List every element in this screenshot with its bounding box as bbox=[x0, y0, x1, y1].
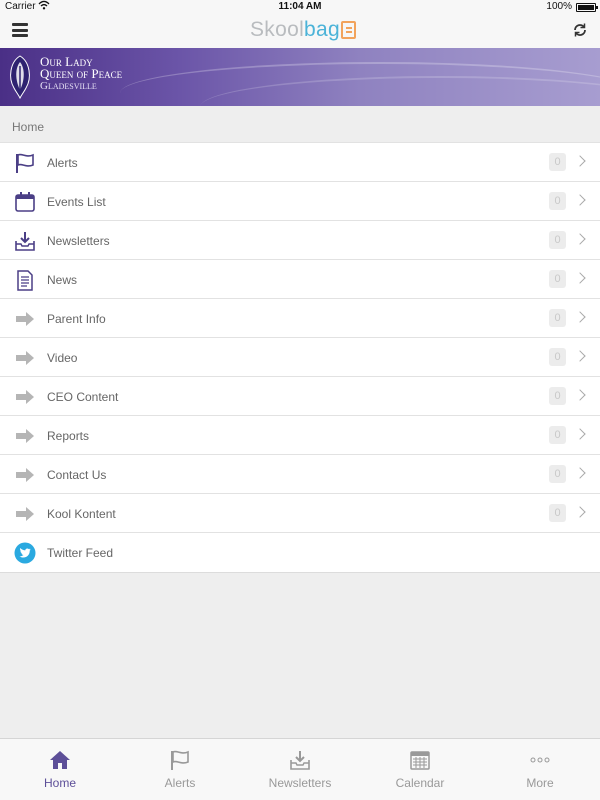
menu-item-label: Newsletters bbox=[47, 234, 110, 248]
arrow-right-icon bbox=[14, 386, 36, 408]
chevron-right-icon bbox=[574, 428, 586, 440]
school-name-line3: Gladesville bbox=[40, 80, 97, 92]
school-crest-icon bbox=[4, 52, 36, 102]
tab-bar: Home Alerts Newsletters Calendar More bbox=[0, 738, 600, 800]
count-badge: 0 bbox=[549, 270, 566, 288]
chevron-right-icon bbox=[574, 155, 586, 167]
flag-icon bbox=[169, 749, 191, 771]
twitter-icon bbox=[14, 542, 36, 564]
menu-item-label: Alerts bbox=[47, 156, 78, 170]
chevron-right-icon bbox=[574, 350, 586, 362]
chevron-right-icon bbox=[574, 194, 586, 206]
tab-alerts[interactable]: Alerts bbox=[120, 739, 240, 800]
chevron-right-icon bbox=[574, 389, 586, 401]
battery-percent: 100% bbox=[546, 1, 572, 12]
arrow-right-icon bbox=[14, 425, 36, 447]
breadcrumb-home: Home bbox=[12, 120, 45, 134]
school-banner: Our Lady Queen of Peace Gladesville bbox=[0, 48, 600, 106]
brand-text-bag: bag bbox=[304, 18, 340, 41]
count-badge: 0 bbox=[549, 192, 566, 210]
menu-item-ceo-content[interactable]: CEO Content 0 bbox=[0, 377, 600, 416]
brand-text-skool: Skool bbox=[250, 18, 305, 41]
count-badge: 0 bbox=[549, 348, 566, 366]
menu-item-label: Parent Info bbox=[47, 312, 106, 326]
menu-item-news[interactable]: News 0 bbox=[0, 260, 600, 299]
document-icon bbox=[14, 269, 36, 291]
chevron-right-icon bbox=[574, 467, 586, 479]
more-dots-icon bbox=[529, 749, 551, 771]
menu-item-reports[interactable]: Reports 0 bbox=[0, 416, 600, 455]
status-bar: Carrier 11:04 AM 100% bbox=[0, 0, 600, 14]
book-icon bbox=[340, 21, 356, 39]
menu-item-label: CEO Content bbox=[47, 390, 119, 404]
calendar-icon bbox=[409, 749, 431, 771]
chevron-right-icon bbox=[574, 272, 586, 284]
menu-item-newsletters[interactable]: Newsletters 0 bbox=[0, 221, 600, 260]
chevron-right-icon bbox=[574, 311, 586, 323]
hamburger-menu-icon[interactable] bbox=[12, 23, 28, 37]
menu-item-video[interactable]: Video 0 bbox=[0, 338, 600, 377]
menu-item-events-list[interactable]: Events List 0 bbox=[0, 182, 600, 221]
count-badge: 0 bbox=[549, 387, 566, 405]
home-icon bbox=[49, 749, 71, 771]
menu-item-contact-us[interactable]: Contact Us 0 bbox=[0, 455, 600, 494]
arrow-right-icon bbox=[14, 347, 36, 369]
tab-label: Alerts bbox=[164, 776, 196, 790]
arrow-right-icon bbox=[14, 308, 36, 330]
app-logo: Skoolbag bbox=[250, 18, 356, 42]
school-name: Our Lady Queen of Peace Gladesville bbox=[40, 55, 123, 92]
refresh-icon[interactable] bbox=[572, 22, 588, 38]
school-name-line2: Queen of Peace bbox=[40, 66, 123, 81]
inbox-download-icon bbox=[289, 749, 311, 771]
chevron-right-icon bbox=[574, 506, 586, 518]
inbox-download-icon bbox=[14, 230, 36, 252]
menu-item-alerts[interactable]: Alerts 0 bbox=[0, 143, 600, 182]
menu-item-kool-kontent[interactable]: Kool Kontent 0 bbox=[0, 494, 600, 533]
count-badge: 0 bbox=[549, 504, 566, 522]
clock: 11:04 AM bbox=[278, 1, 322, 12]
menu-item-label: Reports bbox=[47, 429, 90, 443]
flag-icon bbox=[14, 152, 36, 174]
menu-list: Alerts 0 Events List 0 Newsletters 0 New… bbox=[0, 142, 600, 573]
menu-item-parent-info[interactable]: Parent Info 0 bbox=[0, 299, 600, 338]
menu-item-label: Twitter Feed bbox=[47, 546, 114, 560]
tab-label: Calendar bbox=[395, 776, 445, 790]
arrow-right-icon bbox=[14, 503, 36, 525]
tab-label: Home bbox=[43, 776, 76, 790]
tab-more[interactable]: More bbox=[480, 739, 600, 800]
tab-calendar[interactable]: Calendar bbox=[360, 739, 480, 800]
tab-label: More bbox=[526, 776, 554, 790]
nav-bar: Skoolbag bbox=[0, 14, 600, 48]
menu-item-label: Contact Us bbox=[47, 468, 107, 482]
menu-item-label: Events List bbox=[47, 195, 106, 209]
count-badge: 0 bbox=[549, 153, 566, 171]
count-badge: 0 bbox=[549, 426, 566, 444]
calendar-icon bbox=[14, 191, 36, 213]
battery-icon bbox=[576, 3, 598, 12]
count-badge: 0 bbox=[549, 465, 566, 483]
count-badge: 0 bbox=[549, 231, 566, 249]
menu-item-label: Kool Kontent bbox=[47, 507, 116, 521]
menu-item-label: Video bbox=[47, 351, 78, 365]
tab-label: Newsletters bbox=[268, 776, 332, 790]
menu-item-label: News bbox=[47, 273, 78, 287]
count-badge: 0 bbox=[549, 309, 566, 327]
tab-newsletters[interactable]: Newsletters bbox=[240, 739, 360, 800]
arrow-right-icon bbox=[14, 464, 36, 486]
menu-item-twitter-feed[interactable]: Twitter Feed bbox=[0, 533, 600, 572]
chevron-right-icon bbox=[574, 233, 586, 245]
tab-home[interactable]: Home bbox=[0, 739, 120, 800]
breadcrumb: Home bbox=[0, 106, 600, 142]
